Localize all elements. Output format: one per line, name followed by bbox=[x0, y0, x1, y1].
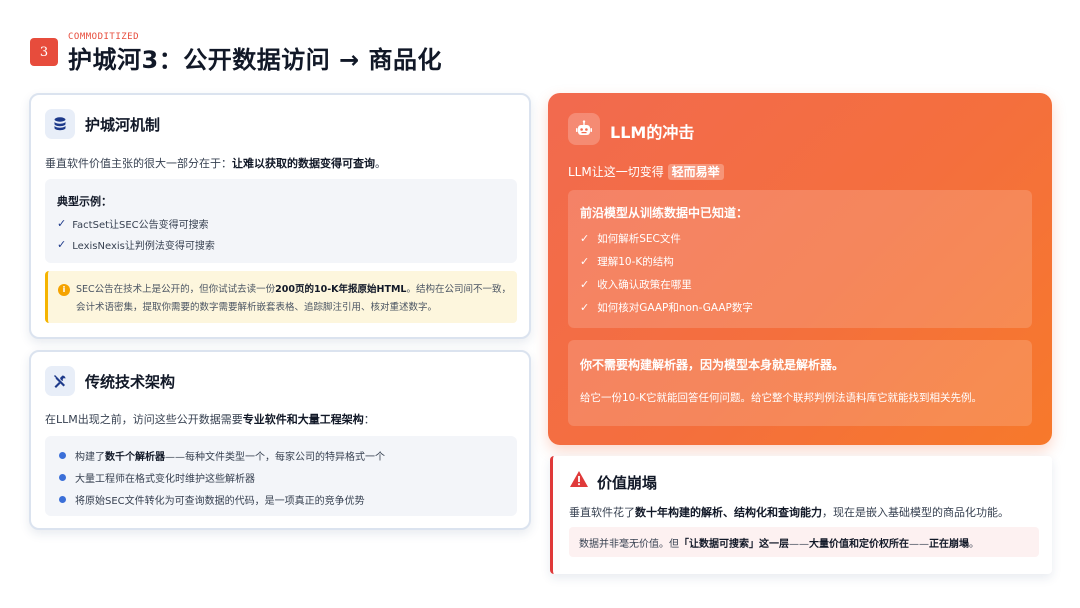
section-number-badge: 3 bbox=[30, 38, 58, 66]
collapse-card-title: 价值崩塌 bbox=[597, 474, 658, 492]
check-icon: ✓ bbox=[57, 238, 67, 251]
moat-lead: 垂直软件价值主张的很大一部分在于：让难以获取的数据变得可查询。 bbox=[45, 157, 386, 170]
bullet-dot bbox=[59, 474, 66, 481]
llm-impact-card: LLM的冲击 LLM让这一切变得 轻而易举 前沿模型从训练数据中已知道： ✓ 如何… bbox=[548, 93, 1052, 445]
list-item: ✓ LexisNexis让判例法变得可搜索 bbox=[57, 238, 215, 252]
warning-icon bbox=[569, 470, 589, 492]
known-capabilities-box: 前沿模型从训练数据中已知道： ✓ 如何解析SEC文件 ✓ 理解10-K的结构 ✓ 收入… bbox=[568, 190, 1032, 328]
check-icon: ✓ bbox=[580, 278, 590, 291]
known-title: 前沿模型从训练数据中已知道： bbox=[580, 206, 749, 220]
bullet-dot bbox=[59, 452, 66, 459]
llm-lead: LLM让这一切变得 轻而易举 bbox=[568, 163, 724, 180]
legacy-card-title: 传统技术架构 bbox=[85, 372, 176, 391]
legacy-lead: 在LLM出现之前，访问这些公开数据需要专业软件和大量工程架构： bbox=[45, 413, 375, 426]
robot-icon bbox=[568, 113, 600, 145]
info-icon: i bbox=[58, 284, 70, 296]
check-icon: ✓ bbox=[57, 217, 67, 230]
list-item: 构建了 数千个解析器 ——每种文件类型一个，每家公司的特异格式一个 bbox=[59, 448, 385, 463]
bullet-dot bbox=[59, 496, 66, 503]
list-item: 大量工程师在格式变化时维护这些解析器 bbox=[59, 470, 255, 485]
legacy-architecture-card: 传统技术架构 在LLM出现之前，访问这些公开数据需要专业软件和大量工程架构： 构… bbox=[29, 350, 531, 530]
parser-detail: 给它一份10-K它就能回答任何问题。给它整个联邦判例法语料库它就能找到相关先例。 bbox=[580, 392, 983, 404]
page-title: 护城河3：公开数据访问 → 商品化 bbox=[68, 46, 443, 74]
database-icon bbox=[45, 109, 75, 139]
collapse-quote: 数据并非毫无价值。但「让数据可搜索」这一层——大量价值和定价权所在——正在崩塌。 bbox=[569, 527, 1039, 557]
collapse-lead: 垂直软件花了数十年构建的解析、结构化和查询能力，现在是嵌入基础模型的商品化功能。 bbox=[569, 506, 1009, 519]
check-icon: ✓ bbox=[580, 232, 590, 245]
wrench-icon bbox=[45, 366, 75, 396]
highlight-badge: 轻而易举 bbox=[667, 164, 724, 180]
list-item: ✓ 收入确认政策在哪里 bbox=[580, 278, 692, 291]
list-item: ✓ 理解10-K的结构 bbox=[580, 255, 674, 268]
value-collapse-card: 价值崩塌 垂直软件花了数十年构建的解析、结构化和查询能力，现在是嵌入基础模型的商… bbox=[550, 456, 1052, 574]
examples-box: 典型示例： ✓ FactSet让SEC公告变得可搜索 ✓ LexisNexis让判例… bbox=[45, 179, 517, 263]
sec-filing-note: i SEC公告在技术上是公开的，但你试试去读一份200页的10-K年报原始HTM… bbox=[45, 271, 517, 323]
moat-card-title: 护城河机制 bbox=[85, 115, 161, 134]
list-item: ✓ 如何核对GAAP和non-GAAP数字 bbox=[580, 301, 753, 314]
check-icon: ✓ bbox=[580, 255, 590, 268]
list-item: 将原始SEC文件转化为可查询数据的代码，是一项真正的竞争优势 bbox=[59, 492, 365, 507]
check-icon: ✓ bbox=[580, 301, 590, 314]
list-item: ✓ FactSet让SEC公告变得可搜索 bbox=[57, 217, 209, 231]
list-item: ✓ 如何解析SEC文件 bbox=[580, 232, 681, 245]
legacy-bullets-box: 构建了 数千个解析器 ——每种文件类型一个，每家公司的特异格式一个 大量工程师在格式… bbox=[45, 436, 517, 516]
examples-title: 典型示例： bbox=[57, 195, 112, 208]
moat-mechanism-card: 护城河机制 垂直软件价值主张的很大一部分在于：让难以获取的数据变得可查询。 典型… bbox=[29, 93, 531, 339]
parser-statement: 你不需要构建解析器，因为模型本身就是解析器。 bbox=[580, 358, 845, 372]
parser-box: 你不需要构建解析器，因为模型本身就是解析器。 给它一份10-K它就能回答任何问题… bbox=[568, 340, 1032, 426]
llm-card-title: LLM的冲击 bbox=[610, 123, 695, 142]
